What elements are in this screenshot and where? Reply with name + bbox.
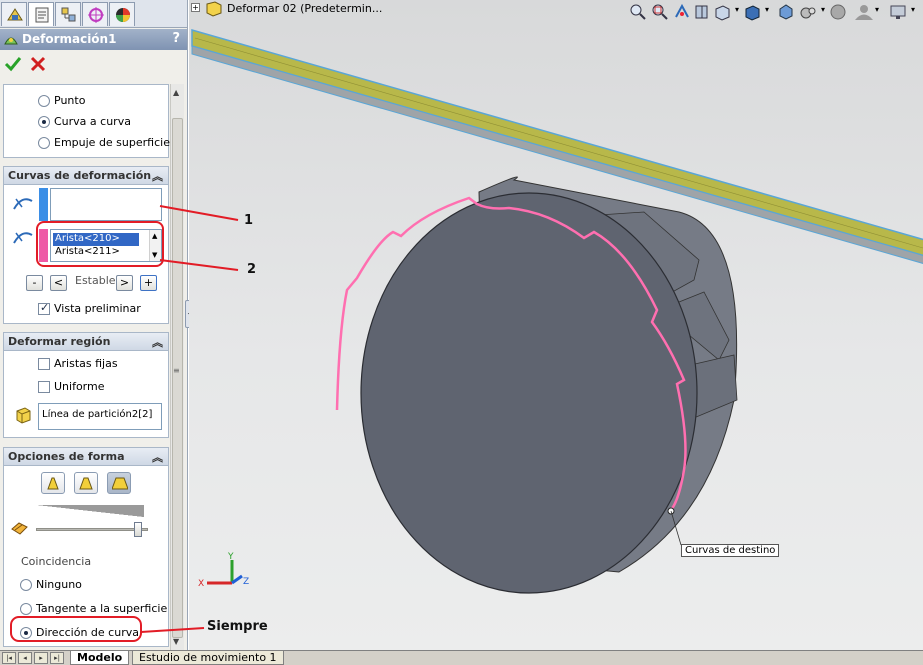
remove-curve-button[interactable]: - — [26, 275, 43, 291]
face-selection-icon — [16, 407, 31, 424]
dimxpert-manager-tab[interactable] — [82, 2, 108, 26]
previous-tab-button[interactable]: ◂ — [18, 652, 32, 664]
help-button[interactable]: ? — [172, 31, 180, 46]
shape-stiffness-max-icon — [112, 477, 128, 490]
collapse-chevron-icon[interactable]: ︽ — [152, 449, 163, 465]
initial-curves-icon — [13, 198, 33, 210]
ok-button[interactable] — [4, 56, 22, 72]
coordinate-triad: Y X Z — [198, 552, 249, 589]
property-manager-icon — [35, 7, 49, 23]
next-curve-button[interactable]: > — [116, 275, 133, 291]
configuration-manager-icon — [61, 7, 76, 22]
tab-model[interactable]: Modelo — [70, 651, 130, 665]
last-tab-button[interactable]: ▸| — [50, 652, 64, 664]
configuration-manager-tab[interactable] — [55, 2, 81, 26]
deform-region-group: Deformar región ︽ Aristas fijas Uniforme… — [3, 332, 169, 438]
property-manager-titlebar: Deformación1 ? — [0, 29, 187, 50]
annotation-number-2: 2 — [247, 262, 257, 277]
triad-x-label: X — [198, 579, 204, 589]
deform-curves-header[interactable]: Curvas de deformación ︽ — [4, 167, 168, 185]
initial-curves-listbox[interactable] — [50, 188, 162, 221]
graphics-area[interactable]: + Deformar 02 (Predetermin... ▾ ▾ ▾ ▾ ▾ — [189, 0, 923, 650]
shape-stiffness-min-icon — [47, 477, 59, 490]
shape-accuracy-slider[interactable] — [36, 522, 148, 537]
collapse-chevron-icon[interactable]: ︽ — [152, 168, 163, 184]
tab-motion-study[interactable]: Estudio de movimiento 1 — [132, 651, 284, 665]
dimxpert-manager-icon — [88, 7, 104, 23]
first-tab-button[interactable]: |◂ — [2, 652, 16, 664]
shape-stiffness-min-button[interactable] — [41, 472, 65, 494]
annotation-number-1: 1 — [244, 213, 254, 228]
cancel-button[interactable] — [30, 56, 46, 72]
next-tab-button[interactable]: ▸ — [34, 652, 48, 664]
collapse-chevron-icon[interactable]: ︽ — [152, 334, 163, 350]
property-manager-tab[interactable] — [28, 2, 54, 26]
feature-title: Deformación1 — [22, 32, 117, 46]
target-curves-icon — [13, 232, 33, 244]
shape-accuracy-icon — [11, 522, 28, 535]
panel-scroll-area: Punto Curva a curva Empuje de superficie… — [0, 84, 186, 650]
bottom-tab-bar: |◂ ◂ ▸ ▸| Modelo Estudio de movimiento 1 — [0, 650, 923, 665]
deform-feature-icon — [4, 37, 18, 45]
triad-y-label: Y — [227, 552, 234, 562]
annotation-siempre: Siempre — [207, 619, 268, 634]
region-selection-box[interactable]: Línea de partición2[2] — [38, 403, 162, 430]
display-manager-tab[interactable] — [109, 2, 135, 26]
add-curve-button[interactable]: + — [140, 275, 157, 291]
shape-stiffness-medium-button[interactable] — [74, 472, 98, 494]
deform-type-group: Punto Curva a curva Empuje de superficie — [3, 84, 170, 158]
manager-tabs — [0, 0, 187, 28]
ok-cancel-bar — [0, 52, 187, 80]
shape-options-header[interactable]: Opciones de forma ︽ — [4, 448, 168, 466]
slider-thumb[interactable] — [134, 522, 142, 537]
model-view[interactable]: Y X Z — [189, 0, 923, 650]
property-manager-panel: Deformación1 ? Punto Curva a curva Empuj… — [0, 0, 188, 650]
previous-curve-button[interactable]: < — [50, 275, 67, 291]
deform-region-header[interactable]: Deformar región ︽ — [4, 333, 168, 351]
highlight-box-target-curves — [36, 221, 164, 267]
deform-curves-group: Curvas de deformación ︽ Arista<210> Aris… — [3, 166, 169, 324]
target-curves-callout: Curvas de destino — [681, 544, 780, 557]
shape-stiffness-medium-icon — [79, 477, 93, 490]
triad-z-label: Z — [243, 577, 249, 587]
coincidence-label: Coincidencia — [21, 555, 92, 568]
stable-label: Estable — [75, 274, 116, 287]
cylinder-front-face[interactable] — [360, 192, 698, 594]
accuracy-ramp — [36, 505, 144, 517]
feature-manager-icon — [7, 8, 23, 21]
shape-stiffness-max-button[interactable] — [107, 472, 131, 494]
panel-scrollbar[interactable]: ▲ ≡ ▼ — [170, 84, 184, 650]
display-manager-icon — [116, 8, 130, 22]
feature-manager-tab[interactable] — [1, 2, 27, 26]
shape-options-group: Opciones de forma ︽ Coincidencia Ninguno — [3, 447, 169, 647]
initial-curves-color — [39, 188, 48, 221]
